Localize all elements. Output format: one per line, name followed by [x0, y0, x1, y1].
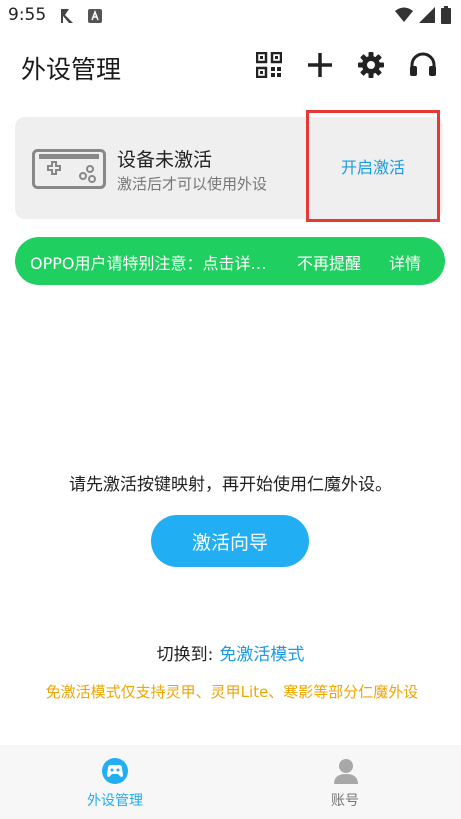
details-button[interactable]: 详情	[389, 250, 421, 274]
user-icon	[333, 757, 359, 789]
app-badge-icon	[88, 8, 102, 27]
activation-wizard-button[interactable]: 激活向导	[151, 515, 309, 567]
tab-account-label: 账号	[331, 793, 359, 809]
tab-account[interactable]: 账号	[230, 745, 460, 819]
battery-icon	[441, 6, 451, 28]
qr-code-button[interactable]	[254, 51, 284, 82]
notice-text[interactable]: OPPO用户请特别注意：点击详…	[30, 250, 300, 274]
device-status-subtitle: 激活后才可以使用外设	[117, 175, 268, 193]
oppo-notice-bar[interactable]: OPPO用户请特别注意：点击详… 不再提醒 详情	[15, 237, 445, 285]
activation-free-mode-link[interactable]: 免激活模式	[219, 645, 304, 665]
tab-device-management-label: 外设管理	[87, 793, 143, 809]
dont-remind-button[interactable]: 不再提醒	[297, 250, 361, 274]
device-status-card: 设备未激活 激活后才可以使用外设 开启激活	[15, 110, 443, 222]
qr-code-icon	[255, 51, 283, 82]
plus-icon	[307, 52, 333, 82]
gamepad-tab-icon	[101, 757, 129, 789]
add-button[interactable]	[305, 52, 335, 82]
mode-switch-row: 切换到: 免激活模式	[0, 640, 461, 665]
wifi-icon	[395, 7, 413, 27]
signal-icon	[419, 7, 435, 27]
activation-prompt: 请先激活按键映射，再开始使用仁魔外设。	[69, 475, 392, 495]
mode-warning-text: 免激活模式仅支持灵甲、灵甲Lite、寒影等部分仁魔外设	[45, 683, 419, 701]
app-header: 外设管理	[0, 44, 461, 94]
page-title: 外设管理	[21, 55, 122, 84]
device-status-title: 设备未激活	[117, 149, 213, 171]
headset-icon	[409, 52, 437, 82]
switch-to-label: 切换到:	[156, 645, 214, 665]
status-bar: 9:55	[0, 0, 461, 32]
enable-activation-button[interactable]: 开启激活	[306, 110, 440, 222]
gear-icon	[358, 52, 384, 82]
bottom-tab-bar: 外设管理 账号	[0, 745, 461, 819]
tab-device-management[interactable]: 外设管理	[0, 745, 230, 819]
settings-button[interactable]	[356, 52, 386, 82]
status-time: 9:55	[8, 5, 47, 25]
support-button[interactable]	[408, 52, 438, 82]
gamepad-icon	[32, 149, 106, 193]
app-notification-icon	[59, 7, 79, 29]
status-indicators	[395, 6, 451, 28]
